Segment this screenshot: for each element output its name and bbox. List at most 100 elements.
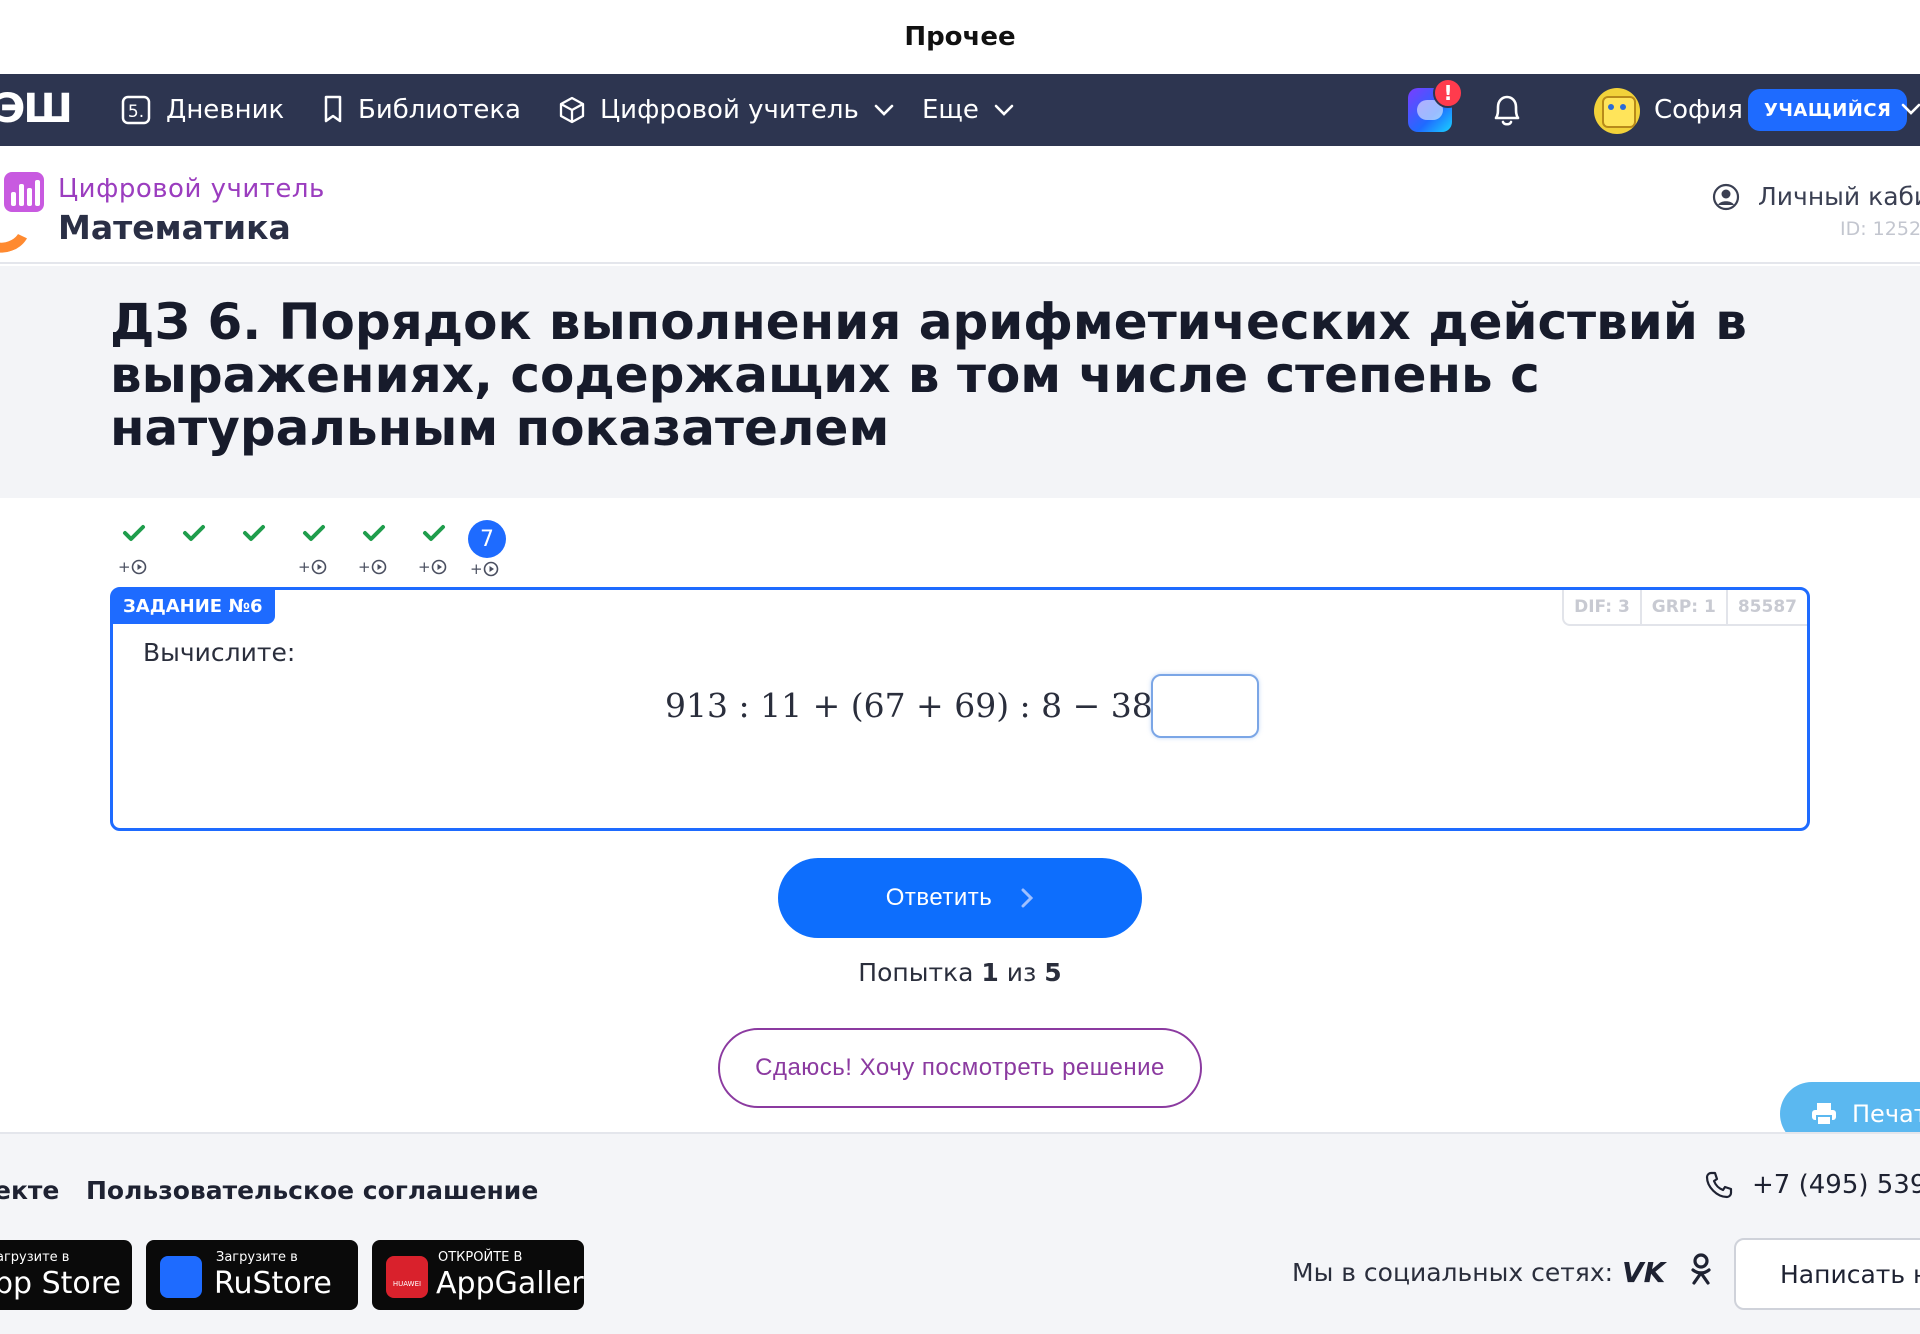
check-icon <box>123 525 145 541</box>
step-number: 7 <box>468 520 506 558</box>
step-3[interactable] <box>234 520 274 584</box>
rustore-icon <box>160 1256 202 1298</box>
user-circle-icon <box>1712 183 1740 210</box>
store-name: RuStore <box>214 1266 332 1301</box>
group-tag: GRP: 1 <box>1639 590 1726 624</box>
step-6[interactable]: + <box>414 520 454 584</box>
play-circle-icon <box>371 559 386 575</box>
footer-phone[interactable]: +7 (495) 539- <box>1704 1170 1920 1200</box>
check-icon <box>303 525 325 541</box>
chevron-down-icon[interactable] <box>1900 102 1920 116</box>
title-band: ДЗ 6. Порядок выполнения арифметических … <box>0 266 1920 498</box>
app-store-badge[interactable]: агрузите в pp Store <box>0 1240 132 1310</box>
store-caption: Загрузите в <box>216 1250 298 1265</box>
printer-icon <box>1812 1103 1836 1126</box>
digital-teacher-logo-icon <box>4 172 44 212</box>
nav-item-label: Библиотека <box>358 95 521 125</box>
phone-icon <box>1705 1171 1733 1199</box>
rustore-badge[interactable]: Загрузите в RuStore <box>146 1240 358 1310</box>
nav-item-diary[interactable]: 5. Дневник <box>120 74 284 146</box>
bonus-video[interactable]: + <box>298 558 327 576</box>
subject-title: Математика <box>58 208 291 247</box>
attempt-total: 5 <box>1044 958 1062 987</box>
nav-item-label: Еще <box>922 95 979 125</box>
bonus-plus: + <box>358 558 371 576</box>
print-label: Печат <box>1852 1100 1920 1128</box>
task-card: ЗАДАНИЕ №6 DIF: 3 GRP: 1 85587 Вычислите… <box>110 587 1810 831</box>
give-up-button[interactable]: Сдаюсь! Хочу посмотреть решение <box>718 1028 1202 1108</box>
svg-text:5.: 5. <box>128 102 144 122</box>
step-7-current[interactable]: 7 + <box>468 520 508 584</box>
step-4[interactable]: + <box>294 520 334 584</box>
footer: екте Пользовательское соглашение +7 (495… <box>0 1132 1920 1334</box>
answer-button[interactable]: Ответить <box>778 858 1142 938</box>
play-circle-icon <box>431 559 446 575</box>
nav-item-digital-teacher[interactable]: Цифровой учитель <box>558 74 909 146</box>
top-navigation: ЭШ 5. Дневник Библиотека Цифровой учител… <box>0 74 1920 146</box>
section-header: Цифровой учитель Математика Личный каби … <box>0 146 1920 264</box>
alert-badge: ! <box>1433 78 1463 108</box>
nav-item-library[interactable]: Библиотека <box>322 74 521 146</box>
store-caption: ОТКРОЙТЕ В <box>438 1250 523 1265</box>
step-5[interactable]: + <box>354 520 394 584</box>
bookmark-icon <box>324 95 342 123</box>
play-circle-icon <box>483 561 498 577</box>
social-label: Мы в социальных сетях: <box>1292 1258 1614 1287</box>
personal-cabinet-link[interactable]: Личный каби <box>1712 182 1920 211</box>
bonus-plus: + <box>470 560 483 578</box>
difficulty-tag: DIF: 3 <box>1574 597 1630 617</box>
check-icon <box>363 525 385 541</box>
vk-icon[interactable]: VK <box>1622 1256 1665 1289</box>
play-circle-icon <box>311 559 326 575</box>
task-id-tag: 85587 <box>1725 590 1807 624</box>
attempt-mid: из <box>1006 958 1037 987</box>
avatar[interactable] <box>1594 88 1640 134</box>
brand-subtitle[interactable]: Цифровой учитель <box>58 174 325 204</box>
attempt-counter: Попытка 1 из 5 <box>0 958 1920 987</box>
check-icon <box>243 525 265 541</box>
task-prompt: Вычислите: <box>143 638 296 667</box>
bonus-video[interactable]: + <box>470 560 499 578</box>
chevron-down-icon <box>994 104 1014 116</box>
write-message-button[interactable]: Написать н <box>1734 1238 1920 1310</box>
nav-item-more[interactable]: Еще <box>922 74 1029 146</box>
check-icon <box>423 525 445 541</box>
bell-icon[interactable] <box>1490 92 1524 128</box>
attempt-current: 1 <box>981 958 999 987</box>
bonus-video[interactable]: + <box>358 558 387 576</box>
step-2[interactable] <box>174 520 214 584</box>
bonus-video[interactable]: + <box>418 558 447 576</box>
store-name: pp Store <box>0 1266 121 1301</box>
store-name: AppGallery <box>436 1266 584 1301</box>
user-name[interactable]: София <box>1654 74 1743 146</box>
nav-item-label: Дневник <box>166 95 285 125</box>
footer-link-agreement[interactable]: Пользовательское соглашение <box>86 1176 538 1205</box>
swoosh-icon <box>0 204 36 260</box>
bonus-video[interactable]: + <box>118 558 147 576</box>
store-caption: агрузите в <box>0 1250 70 1265</box>
diary-icon: 5. <box>121 95 151 125</box>
bonus-plus: + <box>418 558 431 576</box>
footer-link-project[interactable]: екте <box>0 1176 59 1205</box>
nav-logo[interactable]: ЭШ <box>0 86 73 132</box>
odnoklassniki-icon[interactable] <box>1688 1252 1714 1288</box>
role-badge: УЧАЩИЙСЯ <box>1748 89 1908 131</box>
attempt-prefix: Попытка <box>858 958 974 987</box>
page-title: ДЗ 6. Порядок выполнения арифметических … <box>110 293 1747 457</box>
chevron-down-icon <box>874 104 894 116</box>
play-circle-icon <box>131 559 146 575</box>
nav-item-label: Цифровой учитель <box>600 95 859 125</box>
math-expression: 913 : 11 + (67 + 69) : 8 − 38 = <box>665 686 1191 725</box>
appgallery-badge[interactable]: HUAWEI ОТКРОЙТЕ В AppGallery <box>372 1240 584 1310</box>
task-label: ЗАДАНИЕ №6 <box>111 588 275 624</box>
answer-input[interactable] <box>1151 674 1259 738</box>
chevron-right-icon <box>1021 888 1034 908</box>
bonus-plus: + <box>118 558 131 576</box>
window-title: Прочее <box>904 22 1016 52</box>
huawei-icon: HUAWEI <box>386 1256 428 1298</box>
window-titlebar: Прочее <box>0 0 1920 74</box>
bonus-plus: + <box>298 558 311 576</box>
step-1[interactable]: + <box>114 520 154 584</box>
cabinet-label: Личный каби <box>1758 182 1920 211</box>
task-meta: DIF: 3 GRP: 1 85587 <box>1562 590 1807 626</box>
